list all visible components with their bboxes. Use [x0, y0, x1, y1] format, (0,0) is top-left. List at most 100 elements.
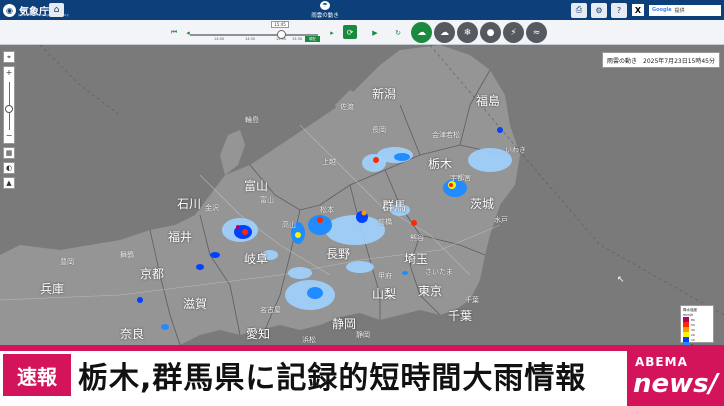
- city-label: いわき: [505, 146, 526, 154]
- help-button[interactable]: ?: [611, 2, 627, 18]
- zoom-control[interactable]: + −: [3, 66, 15, 144]
- cloud-rain-icon: ☁: [417, 27, 426, 38]
- city-label: 舞鶴: [120, 251, 134, 259]
- map-icon: ▦: [5, 149, 13, 157]
- zoom-handle[interactable]: [5, 105, 13, 113]
- weather-map[interactable]: 新潟 福島 栃木 茨城 群馬 石川 富山 福井 岐阜 長野 山梨 静岡 愛知 埼…: [0, 45, 724, 345]
- rain-drop-layer-button[interactable]: ●: [480, 22, 501, 43]
- legend-label: 50: [691, 322, 695, 327]
- opacity-button[interactable]: ◐: [3, 162, 15, 174]
- loop-icon: ↻: [395, 28, 401, 37]
- city-label: 静岡: [356, 331, 370, 339]
- city-label: さいたま: [425, 268, 453, 276]
- city-label: 宇都宮: [450, 174, 471, 182]
- map-layer-button[interactable]: ▦: [3, 147, 15, 159]
- thunder-layer-button[interactable]: ⚡: [503, 22, 524, 43]
- settings-button[interactable]: ⚙: [591, 2, 607, 18]
- snow-icon: ❄: [463, 27, 472, 38]
- zoom-in-icon[interactable]: +: [4, 68, 14, 77]
- pref-label-gunma: 群馬: [382, 199, 407, 213]
- play-button[interactable]: ▶: [369, 27, 381, 38]
- city-label: 高山: [282, 221, 296, 229]
- pref-label-fukushima: 福島: [476, 94, 501, 108]
- cloud-layer-button[interactable]: ☁: [434, 22, 455, 43]
- step-back-button[interactable]: ◂: [182, 27, 194, 38]
- time-tick: 14:00: [214, 37, 225, 41]
- pref-label-chiba: 千葉: [448, 309, 473, 323]
- map-tools: ⌖ + − ▦ ◐ ▲: [3, 51, 15, 192]
- zoom-out-icon[interactable]: −: [4, 131, 14, 140]
- wind-icon: ≈: [532, 27, 541, 38]
- time-control-bar: ⏮ ◂ 15:45 14:00 14:30 15:00 15:30 現在 ▸ ⟳…: [0, 20, 724, 45]
- refresh-button[interactable]: ⟳: [343, 25, 357, 39]
- step-forward-button[interactable]: ▸: [326, 27, 338, 38]
- header-bar: ◉ 気象庁 Japan Meteorological Agency ⌂ ☂ 雨雲…: [0, 0, 724, 20]
- refresh-icon: ⟳: [346, 27, 354, 37]
- city-label: 前橋: [378, 218, 392, 226]
- city-label: 甲府: [378, 272, 392, 280]
- jma-emblem-icon: ◉: [3, 3, 16, 17]
- pref-label-ishikawa: 石川: [177, 197, 202, 211]
- news-banner: 速報 栃木,群馬県に記録的短時間大雨情報 ABEMA news/: [0, 345, 724, 406]
- news-headline: 栃木,群馬県に記録的短時間大雨情報: [78, 361, 587, 396]
- pref-label-fukui: 福井: [168, 230, 193, 244]
- city-label: 豊岡: [60, 258, 74, 266]
- city-label: 輪島: [245, 116, 259, 124]
- question-icon: ?: [616, 5, 622, 15]
- pref-label-nara: 奈良: [120, 327, 145, 341]
- search-input[interactable]: Google 提供: [649, 4, 721, 16]
- cloud-icon: ☁: [440, 27, 449, 38]
- pref-label-ibaraki: 茨城: [470, 197, 495, 211]
- skip-back-button[interactable]: ⏮: [168, 27, 180, 38]
- search-brand: Google: [652, 7, 672, 13]
- precipitation-legend: 降水強度 mm/h 805030201051: [680, 305, 714, 352]
- abema-news-logo: ABEMA news/: [627, 345, 724, 406]
- time-slider-track[interactable]: [190, 34, 318, 36]
- play-icon: ▶: [372, 28, 378, 37]
- legend-label: 20: [691, 332, 695, 337]
- abema-brand: ABEMA: [635, 355, 688, 369]
- now-badge[interactable]: 現在: [305, 36, 320, 42]
- city-label: 佐渡: [340, 103, 354, 111]
- pref-label-kyoto: 京都: [140, 267, 165, 281]
- mountain-icon: ▲: [6, 179, 12, 187]
- pref-label-gifu: 岐阜: [244, 252, 269, 266]
- rain-cloud-icon: ☂: [320, 1, 330, 10]
- pin-icon: ⌖: [7, 52, 11, 61]
- time-tick: 15:30: [292, 37, 303, 41]
- wind-layer-button[interactable]: ≈: [526, 22, 547, 43]
- pref-label-shiga: 滋賀: [183, 297, 208, 311]
- page-title-block: ☂ 雨雲の動き: [270, 1, 380, 19]
- banner-top-strip: [0, 345, 724, 351]
- time-tick: 15:00: [276, 37, 287, 41]
- skip-back-icon: ⏮: [170, 28, 178, 36]
- news-brand: news/: [633, 369, 719, 399]
- legend-label: 10: [691, 337, 695, 342]
- current-time-badge: 15:45: [271, 21, 289, 28]
- drop-icon: ●: [486, 27, 495, 38]
- print-icon: ⎙: [575, 5, 583, 14]
- snow-layer-button[interactable]: ❄: [457, 22, 478, 43]
- rain-cloud-layer-button[interactable]: ☁: [411, 22, 432, 43]
- city-label: 浜松: [302, 336, 316, 344]
- print-button[interactable]: ⎙: [571, 2, 587, 18]
- search-text: 提供: [674, 7, 685, 14]
- terrain-button[interactable]: ▲: [3, 177, 15, 189]
- x-share-button[interactable]: X: [632, 4, 644, 16]
- city-label: 千葉: [465, 296, 479, 304]
- pref-label-aichi: 愛知: [246, 327, 271, 341]
- map-timestamp: 雨雲の動き 2025年7月23日15時45分: [602, 52, 720, 68]
- legend-label: 80: [691, 317, 695, 322]
- pref-label-yamanashi: 山梨: [372, 287, 397, 301]
- jma-logo[interactable]: ◉ 気象庁: [0, 0, 52, 20]
- gear-icon: ⚙: [595, 5, 603, 15]
- home-icon: ⌂: [53, 5, 60, 15]
- city-label: 会津若松: [432, 131, 460, 139]
- pref-label-nagano: 長野: [326, 247, 351, 261]
- city-label: 長岡: [372, 126, 386, 134]
- location-button[interactable]: ⌖: [3, 51, 15, 63]
- loop-button[interactable]: ↻: [392, 27, 404, 38]
- drop-outline-icon: ◐: [5, 164, 13, 172]
- city-label: 富山: [260, 196, 274, 204]
- home-button[interactable]: ⌂: [49, 3, 64, 17]
